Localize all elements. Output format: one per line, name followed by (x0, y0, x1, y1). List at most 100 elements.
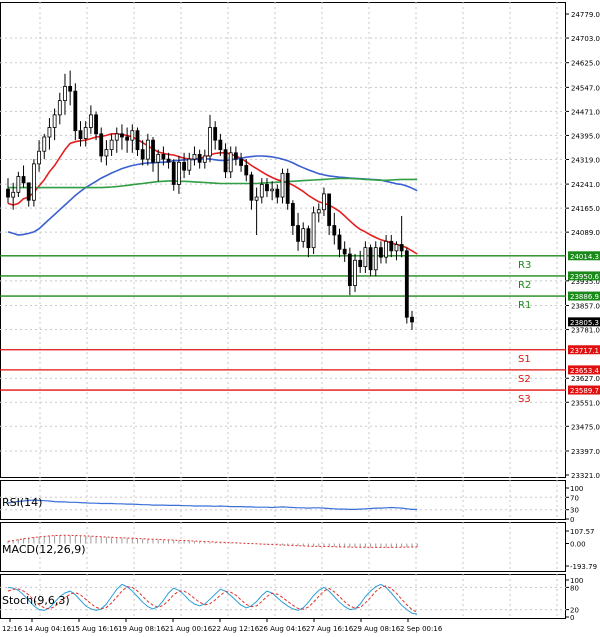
candle-down (410, 316, 414, 323)
level-name-r1: R1 (518, 300, 531, 311)
price-ytick-label: 24547.0 (571, 84, 600, 92)
candle-up (11, 191, 16, 198)
price-ytick-label: 24395.0 (571, 132, 600, 140)
candle-up (52, 114, 57, 128)
level-value-s3: 23589.7 (570, 387, 599, 395)
candle-down (26, 182, 31, 201)
candle-down (368, 247, 373, 271)
candle-up (228, 152, 233, 173)
candle-up (63, 86, 67, 102)
candle-up (280, 172, 285, 198)
level-name-s2: S2 (518, 374, 531, 385)
level-value-s2: 23653.4 (570, 367, 599, 375)
level-name-r3: R3 (518, 260, 531, 271)
stoch-frame (0, 574, 566, 619)
price-ytick-label: 24471.0 (571, 108, 600, 116)
macd-title: MACD(12,26,9) (2, 543, 86, 556)
candle-up (187, 158, 192, 171)
price-ytick-label: 23627.0 (571, 375, 600, 383)
price-ytick-label: 24319.0 (571, 156, 600, 164)
stoch-title: Stoch(9,6,3) (2, 594, 70, 607)
stoch-ytick-label: 80 (570, 584, 579, 592)
macd-ytick-label: -193.79 (570, 563, 597, 571)
level-value-r2: 23950.6 (570, 273, 599, 281)
rsi-ytick-label: 0 (570, 516, 574, 524)
level-name-s3: S3 (518, 394, 531, 405)
price-ytick-label: 23857.0 (571, 303, 600, 311)
candle-down (275, 188, 280, 198)
candle-down (151, 139, 155, 163)
candle-up (363, 247, 368, 268)
price-ytick-label: 24625.0 (571, 60, 600, 68)
last-price-value: 23805.3 (570, 319, 599, 327)
candle-up (192, 153, 197, 160)
candle-up (16, 176, 21, 193)
candle-up (37, 150, 41, 165)
candle-up (88, 114, 93, 128)
candle-down (125, 136, 130, 141)
trading-chart: 24779.0 24703.0 24625.0 24547.0 24471.0 24395… (0, 2, 600, 633)
candle-up (322, 193, 326, 211)
candle-up (373, 247, 378, 271)
candle-up (83, 127, 88, 139)
candle-up (353, 259, 357, 287)
rsi-ytick-label: 70 (570, 494, 579, 502)
time-tick-label: 19 Aug 08:16 (118, 625, 166, 633)
candle-down (239, 158, 243, 166)
candle-up (311, 212, 316, 249)
rsi-frame (0, 480, 566, 520)
candle-down (265, 184, 269, 192)
stochastic-panel: 10080200 (0, 574, 583, 622)
price-ytick-label: 23475.0 (571, 423, 600, 431)
level-name-r2: R2 (518, 280, 531, 291)
candle-up (177, 161, 181, 185)
candle-down (337, 234, 342, 250)
level-name-s1: S1 (518, 354, 531, 365)
candle-down (166, 158, 171, 163)
candle-down (347, 253, 352, 287)
candle-up (384, 240, 389, 258)
candle-up (47, 127, 52, 138)
candle-down (404, 250, 409, 318)
candle-down (68, 86, 73, 92)
candle-up (145, 139, 150, 160)
candle-up (316, 209, 321, 214)
candle-up (57, 100, 62, 116)
candle-down (327, 193, 332, 226)
level-value-r3: 24014.3 (570, 253, 599, 261)
candle-up (259, 184, 264, 198)
rsi-panel: 10070 300 (0, 480, 583, 524)
time-tick-label: 29 Aug 08:16 (353, 625, 401, 633)
candle-up (202, 155, 207, 163)
candle-down (306, 228, 311, 249)
candle-up (208, 127, 212, 157)
candle-down (342, 248, 347, 255)
candle-down (99, 133, 104, 157)
candle-down (78, 130, 83, 139)
candle-down (213, 127, 218, 141)
macd-ytick-label: 107.57 (570, 528, 595, 536)
level-value-s1: 23717.1 (570, 347, 599, 355)
candle-down (6, 188, 10, 198)
macd-ytick-label: 0.00 (570, 540, 586, 548)
time-tick-label: 2 Sep 00:16 (400, 625, 443, 633)
price-ytick-label: 24779.0 (571, 11, 600, 19)
candle-down (244, 165, 249, 176)
candle-up (109, 139, 114, 151)
candle-up (31, 163, 36, 201)
time-axis: 12:16 14 Aug 04:16 15 Aug 16:16 19 Aug 08:1… (2, 619, 443, 633)
price-ytick-label: 23321.0 (571, 472, 600, 480)
candle-down (182, 161, 187, 171)
price-ytick-label: 24089.0 (571, 229, 600, 237)
price-ytick-label: 24165.0 (571, 205, 600, 213)
time-tick-label: 27 Aug 16:16 (306, 625, 354, 633)
candle-up (114, 133, 119, 141)
price-frame (0, 2, 566, 478)
candle-down (120, 133, 124, 138)
rsi-ytick-label: 30 (570, 507, 579, 515)
price-ytick-label: 24241.0 (571, 181, 600, 189)
candle-down (285, 172, 290, 204)
candle-down (73, 90, 78, 132)
time-tick-label: 26 Aug 04:16 (259, 625, 307, 633)
candle-down (290, 202, 295, 226)
